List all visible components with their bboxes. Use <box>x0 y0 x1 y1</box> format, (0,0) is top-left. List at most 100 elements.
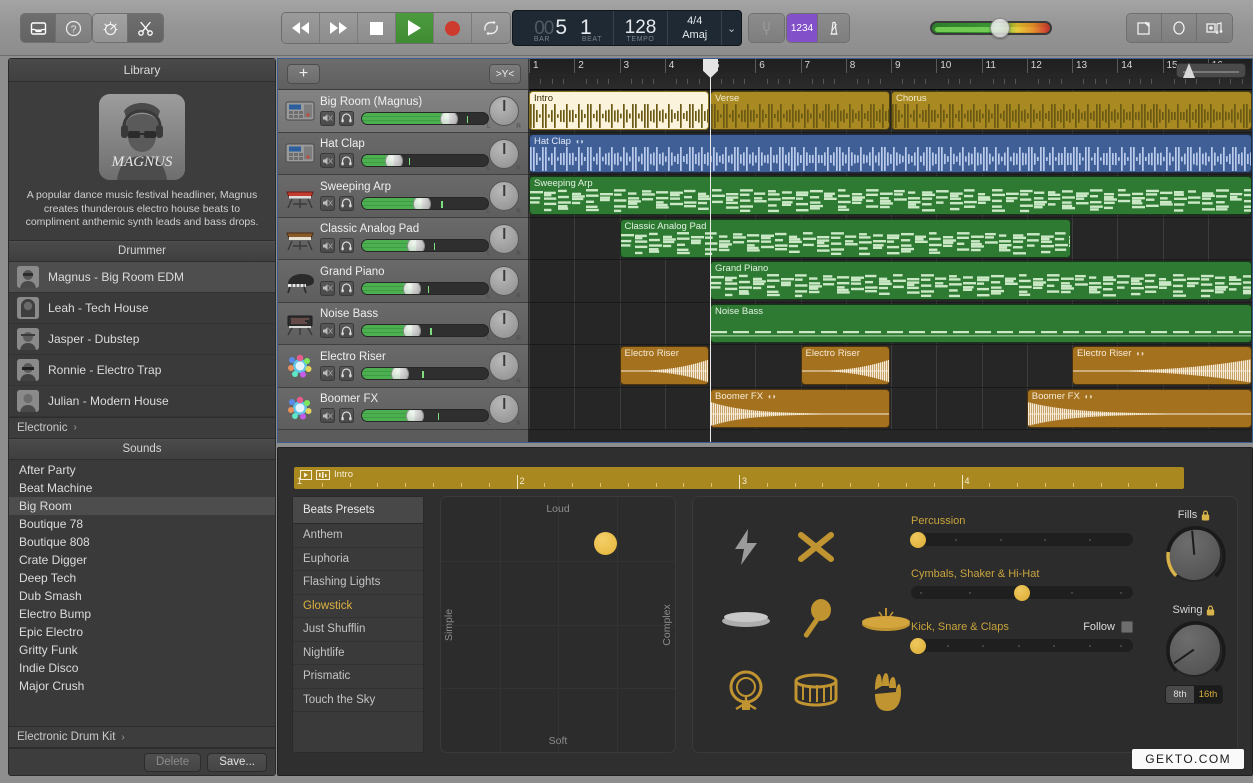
sound-item[interactable]: Dub Smash <box>9 587 275 605</box>
lcd-position[interactable]: 00 5 1 BAR BEAT <box>513 11 614 45</box>
lcd-display[interactable]: 00 5 1 BAR BEAT 128 TEMPO 4/4 Amaj ⌄ <box>512 10 742 46</box>
master-volume-knob[interactable] <box>990 18 1010 38</box>
region-sweeping-arp[interactable]: Sweeping Arp <box>529 176 1252 215</box>
track-lane[interactable]: Hat Clap ◖◗ <box>529 132 1252 175</box>
region-chorus[interactable]: Chorus <box>891 91 1252 130</box>
solo-button[interactable] <box>339 195 354 211</box>
sound-item[interactable]: Boutique 78 <box>9 515 275 533</box>
mute-button[interactable] <box>320 110 335 126</box>
master-volume-slider[interactable] <box>930 18 1052 38</box>
kick-drum-icon[interactable] <box>724 669 768 718</box>
volume-slider-knob[interactable] <box>403 325 422 337</box>
volume-slider[interactable] <box>361 239 489 253</box>
record-button[interactable] <box>434 13 472 43</box>
solo-button[interactable] <box>339 365 354 381</box>
solo-button[interactable] <box>339 280 354 296</box>
sound-item[interactable]: Epic Electro <box>9 623 275 641</box>
pan-knob[interactable] <box>489 181 519 211</box>
mute-button[interactable] <box>320 153 335 169</box>
pan-knob[interactable] <box>489 138 519 169</box>
hihat-icon[interactable] <box>720 606 772 637</box>
editors-button[interactable] <box>128 14 163 42</box>
percussion-slider[interactable] <box>909 531 1133 548</box>
region-electro-riser[interactable]: Electro Riser <box>800 346 890 385</box>
region-hat-clap[interactable]: Hat Clap ◖◗ <box>529 133 1252 173</box>
preset-item-selected[interactable]: Glowstick <box>293 595 423 618</box>
drummer-item-magnus[interactable]: Magnus - Big Room EDM <box>9 261 275 293</box>
volume-slider-knob[interactable] <box>384 155 403 167</box>
sound-item[interactable]: Electro Bump <box>9 605 275 623</box>
notepad-button[interactable] <box>1127 14 1162 42</box>
rewind-button[interactable] <box>282 13 320 43</box>
follow-control[interactable]: Follow <box>1083 621 1133 633</box>
mute-button[interactable] <box>320 408 335 424</box>
volume-slider-knob[interactable] <box>407 240 426 252</box>
sound-item[interactable]: Deep Tech <box>9 569 275 587</box>
add-track-button[interactable]: + <box>287 64 320 84</box>
track-header-big-room-magnus[interactable]: Big Room (Magnus) L R <box>278 90 528 133</box>
stop-button[interactable] <box>358 13 396 43</box>
drummer-item-jasper[interactable]: Jasper - Dubstep <box>9 324 275 355</box>
timeline-ruler[interactable]: 12345678910111213141516 <box>529 59 1252 90</box>
solo-button[interactable] <box>339 238 354 254</box>
preset-item[interactable]: Prismatic <box>293 665 423 689</box>
genre-breadcrumb[interactable]: Electronic › <box>9 416 275 439</box>
pan-knob[interactable] <box>489 223 519 254</box>
shaker-icon[interactable] <box>799 598 833 645</box>
region-electro-riser[interactable]: Electro Riser <box>619 346 709 385</box>
solo-button[interactable] <box>339 323 354 339</box>
mute-button[interactable] <box>320 365 335 381</box>
track-lane[interactable]: Intro Verse Chorus <box>529 90 1252 133</box>
volume-slider-knob[interactable] <box>403 282 422 294</box>
kick-slider[interactable] <box>909 637 1133 654</box>
zoom-slider[interactable] <box>1176 63 1246 78</box>
toggle-16th[interactable]: 16th <box>1194 686 1222 703</box>
sound-item[interactable]: After Party <box>9 461 275 479</box>
solo-button[interactable] <box>339 153 354 169</box>
pan-knob[interactable] <box>489 96 519 126</box>
tuner-button[interactable] <box>749 14 784 42</box>
volume-slider[interactable] <box>361 111 489 125</box>
drummer-item-julian[interactable]: Julian - Modern House <box>9 386 275 417</box>
volume-slider[interactable] <box>361 281 489 295</box>
sound-item[interactable]: Boutique 808 <box>9 533 275 551</box>
zoom-slider-knob[interactable] <box>1183 63 1195 78</box>
track-header-electro-riser[interactable]: Electro Riser L R <box>278 345 528 388</box>
playhead[interactable] <box>703 59 718 442</box>
volume-slider[interactable] <box>361 324 489 338</box>
swing-knob[interactable] <box>1166 621 1226 681</box>
sound-item[interactable]: Beat Machine <box>9 479 275 497</box>
mute-button[interactable] <box>320 280 335 296</box>
sound-item-partial[interactable] <box>9 695 275 704</box>
track-filter-button[interactable]: >Υ< <box>489 64 521 84</box>
preset-item[interactable]: Touch the Sky <box>293 689 423 712</box>
volume-slider[interactable] <box>361 154 489 168</box>
preset-item[interactable]: Euphoria <box>293 548 423 571</box>
track-lane[interactable]: Classic Analog Pad <box>529 217 1252 260</box>
solo-button[interactable] <box>339 110 354 126</box>
track-lanes[interactable]: Intro Verse Chorus Hat Clap ◖◗ Sweeping Arp Cl… <box>529 90 1252 442</box>
region-boomer-fx[interactable]: Boomer FX ◖◗ <box>1026 388 1252 428</box>
preset-item[interactable]: Just Shufflin <box>293 618 423 642</box>
sticks-icon[interactable] <box>795 527 837 572</box>
smart-controls-button[interactable] <box>93 14 128 42</box>
sound-item[interactable]: Major Crush <box>9 677 275 695</box>
lcd-signature[interactable]: 4/4 Amaj <box>668 11 723 45</box>
track-header-sweeping-arp[interactable]: Sweeping Arp L R <box>278 175 528 218</box>
region-boomer-fx[interactable]: Boomer FX ◖◗ <box>710 388 890 428</box>
volume-slider-knob[interactable] <box>413 197 432 209</box>
drummer-item-leah[interactable]: Leah - Tech House <box>9 293 275 324</box>
pan-knob[interactable] <box>489 308 519 339</box>
region-classic-analog-pad[interactable]: Classic Analog Pad <box>619 218 1071 258</box>
loop-browser-button[interactable] <box>1162 14 1197 42</box>
track-header-boomer-fx[interactable]: Boomer FX L R <box>278 387 528 430</box>
volume-slider-knob[interactable] <box>405 410 424 422</box>
cycle-button[interactable] <box>472 13 510 43</box>
solo-button[interactable] <box>339 408 354 424</box>
help-button[interactable]: ? <box>56 14 91 42</box>
region-grand-piano[interactable]: Grand Piano <box>710 261 1252 300</box>
preset-item[interactable]: Flashing Lights <box>293 571 423 595</box>
volume-slider-knob[interactable] <box>390 367 409 379</box>
preset-item[interactable]: Nightlife <box>293 642 423 665</box>
preset-item[interactable]: Anthem <box>293 524 423 548</box>
